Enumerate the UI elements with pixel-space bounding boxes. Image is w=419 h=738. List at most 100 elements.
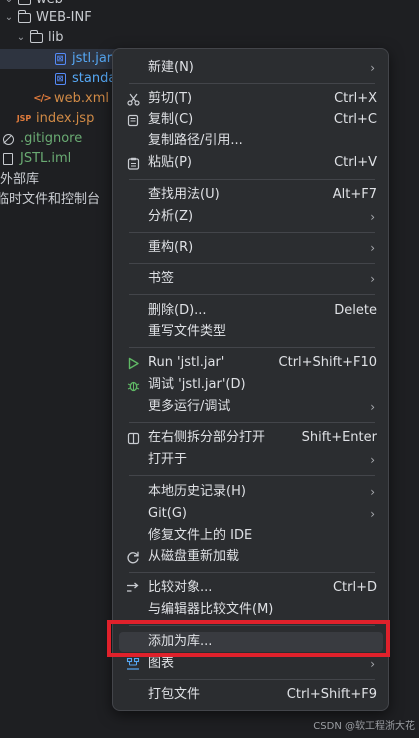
tree-item-label: lib	[48, 30, 64, 45]
menu-item-package-file[interactable]: 打包文件 Ctrl+Shift+F9	[119, 685, 383, 705]
menu-item-shortcut: Ctrl+V	[334, 155, 377, 170]
menu-item-label: 复制路径/引用...	[148, 133, 243, 148]
menu-separator	[129, 475, 375, 476]
menu-item-shortcut: Ctrl+C	[333, 112, 377, 127]
tree-item-web-inf[interactable]: ⌄ WEB-INF	[2, 8, 92, 28]
menu-item-compare-with[interactable]: 比较对象... Ctrl+D	[119, 578, 383, 598]
menu-item-shortcut: Delete	[334, 303, 377, 318]
debug-bug-icon	[126, 378, 140, 392]
chevron-right-icon: ›	[370, 210, 375, 224]
menu-item-shortcut: Ctrl+Shift+F9	[286, 687, 377, 702]
tree-item-jstl-jar[interactable]: ⊠ jstl.jar	[52, 49, 112, 69]
menu-item-run[interactable]: Run 'jstl.jar' Ctrl+Shift+F10	[119, 353, 383, 373]
menu-item-repair-ide[interactable]: 修复文件上的 IDE	[119, 526, 383, 546]
tree-item-standard-jar[interactable]: ⊠ standa	[52, 69, 116, 89]
chevron-right-icon: ›	[370, 507, 375, 521]
tree-item-scratches[interactable]: 临时文件和控制台	[0, 190, 100, 210]
menu-separator	[129, 347, 375, 348]
menu-separator	[129, 232, 375, 233]
menu-item-label: 重构(R)	[148, 240, 194, 255]
menu-item-cut[interactable]: 剪切(T) Ctrl+X	[119, 89, 383, 109]
tree-item-gitignore[interactable]: .gitignore	[0, 129, 82, 149]
diagram-icon	[126, 657, 140, 671]
menu-item-bookmarks[interactable]: 书签 ›	[119, 269, 383, 289]
tree-item-label: web.xml	[54, 91, 109, 106]
menu-item-open-in-right-split[interactable]: 在右侧拆分部分打开 Shift+Enter	[119, 428, 383, 448]
tree-item-jstl-iml[interactable]: JSTL.iml	[0, 149, 71, 169]
split-view-icon	[126, 431, 140, 445]
menu-item-label: 分析(Z)	[148, 209, 194, 224]
menu-item-label: 复制(C)	[148, 112, 194, 127]
menu-item-override-file-type[interactable]: 重写文件类型	[119, 322, 383, 342]
tree-item-label: JSTL.iml	[20, 151, 72, 166]
tree-item-web-xml[interactable]: </> web.xml	[33, 89, 109, 109]
jar-file-icon: ⊠	[52, 72, 68, 86]
menu-item-diagrams[interactable]: 图表 ›	[119, 654, 383, 674]
menu-item-more-run-debug[interactable]: 更多运行/调试 ›	[119, 397, 383, 417]
menu-item-copy[interactable]: 复制(C) Ctrl+C	[119, 110, 383, 130]
menu-item-label: Run 'jstl.jar'	[148, 355, 225, 370]
menu-separator	[129, 263, 375, 264]
menu-item-delete[interactable]: 删除(D)... Delete	[119, 301, 383, 321]
tree-item-label: jstl.jar	[72, 51, 113, 66]
menu-item-debug[interactable]: 调试 'jstl.jar'(D)	[119, 375, 383, 395]
menu-item-label: 书签	[148, 271, 175, 286]
menu-item-label: Git(G)	[148, 506, 187, 521]
watermark: CSDN @软工程浙大花	[313, 721, 415, 732]
jsp-file-icon: JSP	[16, 114, 32, 123]
jar-file-icon: ⊠	[52, 52, 68, 66]
tree-item-index-jsp[interactable]: JSP index.jsp	[16, 109, 95, 129]
menu-item-label: 重写文件类型	[148, 324, 227, 339]
chevron-right-icon: ›	[370, 485, 375, 499]
menu-item-refactor[interactable]: 重构(R) ›	[119, 238, 383, 258]
iml-file-icon	[0, 152, 16, 166]
chevron-down-icon[interactable]: ⌄	[2, 8, 16, 28]
folder-icon	[16, 10, 32, 25]
menu-item-git[interactable]: Git(G) ›	[119, 504, 383, 524]
menu-item-label: 图表	[148, 656, 175, 671]
reload-icon	[126, 550, 140, 564]
run-icon	[126, 356, 140, 370]
menu-item-reload-from-disk[interactable]: 从磁盘重新加载	[119, 547, 383, 567]
tree-item-label: WEB-INF	[36, 10, 92, 25]
menu-item-shortcut: Shift+Enter	[301, 430, 377, 445]
menu-item-paste[interactable]: 粘贴(P) Ctrl+V	[119, 153, 383, 173]
ignore-file-icon	[0, 132, 16, 146]
menu-item-open-in[interactable]: 打开于 ›	[119, 450, 383, 470]
tree-item-lib[interactable]: ⌄ lib	[14, 28, 63, 48]
chevron-right-icon: ›	[370, 241, 375, 255]
menu-separator	[129, 179, 375, 180]
menu-separator	[129, 572, 375, 573]
menu-item-shortcut: Ctrl+X	[334, 91, 377, 106]
folder-icon	[16, 0, 32, 7]
scissors-icon	[126, 92, 140, 106]
menu-item-label: 在右侧拆分部分打开	[148, 430, 266, 445]
context-menu: 新建(N) › 剪切(T) Ctrl+X 复制(C) Ctrl+C 复制路径/引…	[112, 48, 389, 711]
menu-separator	[129, 294, 375, 295]
menu-item-compare-with-editor[interactable]: 与编辑器比较文件(M)	[119, 600, 383, 620]
ide-window: ⌄ web ⌄ WEB-INF ⌄ lib ⊠ jstl.jar ⊠ stand…	[0, 0, 419, 738]
compare-arrows-icon	[126, 581, 140, 595]
tree-item-external-libraries[interactable]: 外部库	[0, 170, 39, 190]
menu-item-label: 修复文件上的 IDE	[148, 528, 253, 543]
menu-item-label: 本地历史记录(H)	[148, 484, 246, 499]
menu-item-analyze[interactable]: 分析(Z) ›	[119, 207, 383, 227]
chevron-right-icon: ›	[370, 61, 375, 75]
menu-item-new[interactable]: 新建(N) ›	[119, 58, 383, 78]
chevron-down-icon[interactable]: ⌄	[14, 28, 28, 48]
menu-item-shortcut: Alt+F7	[332, 187, 377, 202]
menu-item-local-history[interactable]: 本地历史记录(H) ›	[119, 482, 383, 502]
menu-item-copy-path[interactable]: 复制路径/引用...	[119, 131, 383, 151]
menu-item-label: 剪切(T)	[148, 91, 193, 106]
clipboard-icon	[126, 156, 140, 170]
menu-item-label: 更多运行/调试	[148, 399, 231, 414]
tree-item-label: standa	[72, 71, 117, 86]
menu-item-label: 调试 'jstl.jar'(D)	[148, 377, 246, 392]
menu-separator	[129, 679, 375, 680]
tree-item-label: .gitignore	[20, 131, 83, 146]
tree-item-label: 临时文件和控制台	[0, 192, 101, 207]
copy-icon	[126, 113, 140, 127]
menu-item-find-usages[interactable]: 查找用法(U) Alt+F7	[119, 185, 383, 205]
tree-item-label: 外部库	[0, 172, 40, 187]
menu-item-shortcut: Ctrl+Shift+F10	[278, 355, 377, 370]
